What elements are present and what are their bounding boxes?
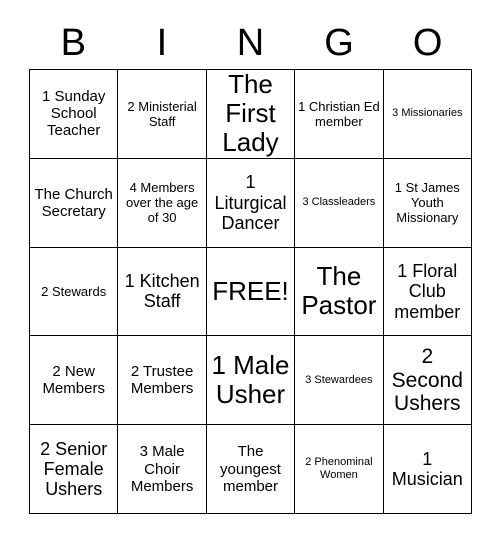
bingo-cell-label: 3 Classleaders [302,196,376,209]
bingo-cell-b4[interactable]: 2 New Members [30,336,119,426]
bingo-cell-label: 2 Ministerial Staff [127,98,197,129]
bingo-cell-label: 1 Christian Ed member [298,98,380,129]
bingo-cell-g5[interactable]: 2 Phenominal Women [295,425,384,514]
bingo-cell-label: The Church Secretary [34,185,113,220]
bingo-cell-o5[interactable]: 1 Musician [383,425,472,514]
bingo-grid: 1 Sunday School Teacher 2 Ministerial St… [29,69,472,514]
bingo-cell-b3[interactable]: 2 Stewards [30,247,119,337]
bingo-cell-i4[interactable]: 2 Trustee Members [118,336,207,426]
bingo-cell-b2[interactable]: The Church Secretary [30,158,119,248]
bingo-cell-i1[interactable]: 2 Ministerial Staff [118,70,207,159]
bingo-header-letter-i: I [156,22,168,64]
bingo-cell-o2[interactable]: 1 St James Youth Missionary [383,158,472,248]
bingo-cell-label: 1 Liturgical Dancer [214,172,287,233]
bingo-card: B I N G O 1 Sunday School Teacher 2 Mini… [0,0,500,544]
bingo-cell-o4[interactable]: 2 Second Ushers [383,336,472,426]
bingo-header-letter-g: G [324,22,354,64]
bingo-cell-o3[interactable]: 1 Floral Club member [383,247,472,337]
bingo-cell-label: 2 Stewards [41,283,107,299]
bingo-cell-b5[interactable]: 2 Senior Female Ushers [30,425,119,514]
bingo-header-letter-n: N [236,22,265,64]
bingo-header-row: B I N G O [29,18,472,68]
bingo-header-letter-o: O [412,22,443,64]
bingo-cell-b1[interactable]: 1 Sunday School Teacher [30,70,119,159]
bingo-cell-label: 2 New Members [42,363,105,398]
bingo-cell-n2[interactable]: 1 Liturgical Dancer [206,158,296,248]
bingo-cell-i2[interactable]: 4 Members over the age of 30 [118,158,207,248]
bingo-cell-label: The First Lady [222,70,279,158]
bingo-cell-label: 2 Second Ushers [391,345,463,416]
bingo-cell-free-space[interactable]: FREE! [206,247,296,337]
bingo-cell-n4[interactable]: 1 Male Usher [206,336,296,426]
bingo-cell-n1[interactable]: The First Lady [206,70,296,159]
bingo-cell-g1[interactable]: 1 Christian Ed member [295,70,384,159]
bingo-cell-n5[interactable]: The youngest member [206,425,296,514]
bingo-cell-label: 2 Senior Female Ushers [40,438,108,500]
bingo-cell-label: 2 Trustee Members [130,363,194,398]
bingo-cell-label: 1 Sunday School Teacher [42,88,106,140]
bingo-cell-label: 3 Missionaries [392,107,463,120]
bingo-cell-label: The youngest member [220,443,281,495]
bingo-cell-label: 2 Phenominal Women [305,456,373,482]
bingo-cell-label: 1 Male Usher [211,350,290,410]
bingo-cell-label: 3 Male Choir Members [130,443,194,495]
bingo-cell-i3[interactable]: 1 Kitchen Staff [118,247,207,337]
bingo-cell-label: 1 Floral Club member [394,261,461,322]
bingo-cell-g4[interactable]: 3 Stewardees [295,336,384,426]
bingo-free-space-label: FREE! [212,275,289,306]
bingo-header-letter-b: B [60,22,86,64]
bingo-cell-o1[interactable]: 3 Missionaries [383,70,472,159]
bingo-cell-g3[interactable]: The Pastor [295,247,384,337]
bingo-cell-label: 1 Kitchen Staff [124,271,200,312]
bingo-cell-label: 1 Musician [391,448,463,490]
bingo-cell-i5[interactable]: 3 Male Choir Members [118,425,207,514]
bingo-cell-label: 3 Stewardees [305,373,373,386]
bingo-cell-label: 4 Members over the age of 30 [125,180,199,226]
bingo-cell-label: The Pastor [301,261,377,321]
bingo-cell-g2[interactable]: 3 Classleaders [295,158,384,248]
bingo-cell-label: 1 St James Youth Missionary [394,180,460,226]
